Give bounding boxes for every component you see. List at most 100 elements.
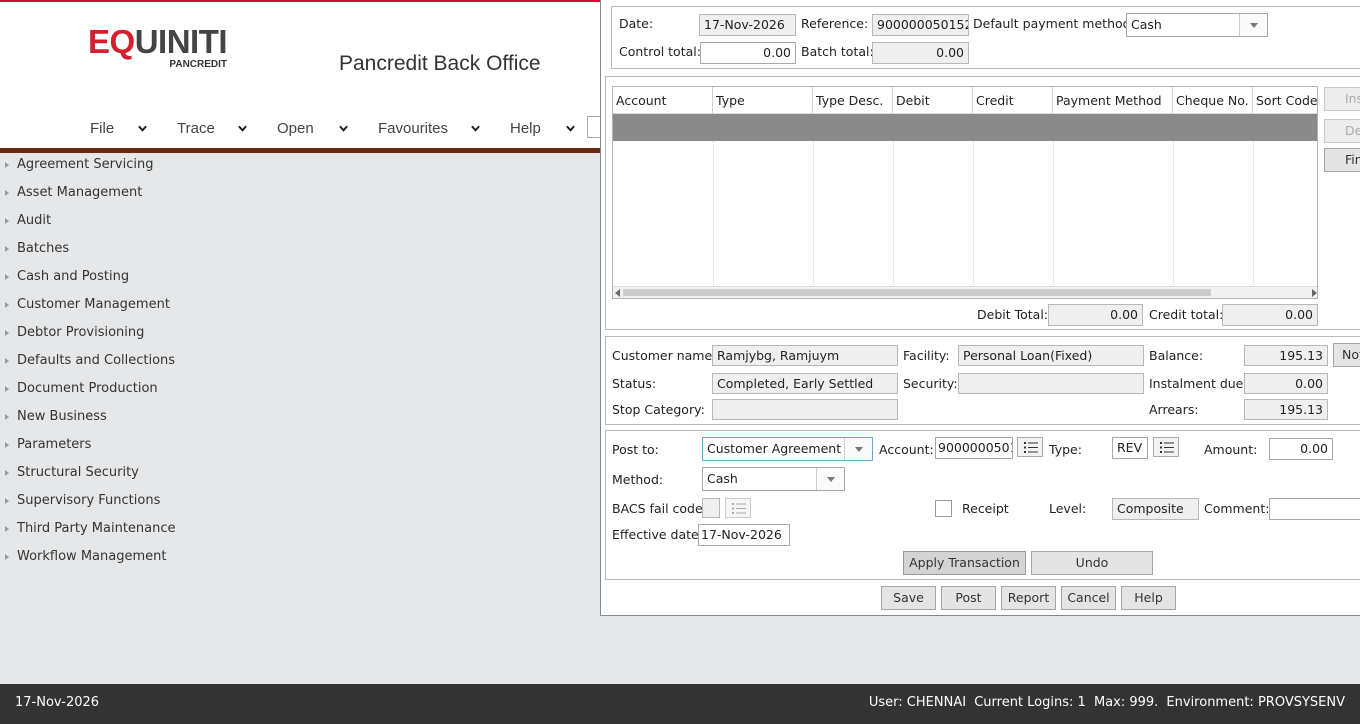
list-icon <box>732 503 746 514</box>
chevron-down-icon[interactable] <box>471 124 480 133</box>
batch-total-label: Batch total: <box>801 44 874 59</box>
dropdown-arrow-icon[interactable] <box>816 468 844 490</box>
column-header-type-desc[interactable]: Type Desc. <box>813 87 893 114</box>
selected-table-row[interactable] <box>613 114 1317 141</box>
effective-date-label: Effective date: <box>612 527 703 542</box>
reference-field: 900000050152 <box>872 14 969 36</box>
menu-file[interactable]: File <box>90 120 114 137</box>
save-button[interactable]: Save <box>881 586 936 610</box>
expand-arrow-icon <box>5 498 9 504</box>
expand-arrow-icon <box>5 554 9 560</box>
facility-label: Facility: <box>903 348 950 363</box>
chevron-down-icon[interactable] <box>238 124 247 133</box>
batch-header-group: Date: 17-Nov-2026 Reference: 90000005015… <box>611 6 1360 69</box>
balance-label: Balance: <box>1149 348 1204 363</box>
column-header-credit[interactable]: Credit <box>973 87 1053 114</box>
menu-favourites[interactable]: Favourites <box>378 120 448 137</box>
column-header-type[interactable]: Type <box>713 87 813 114</box>
nav-item-third-party-maintenance[interactable]: Third Party Maintenance <box>0 515 600 543</box>
nav-item-document-production[interactable]: Document Production <box>0 375 600 403</box>
method-label: Method: <box>612 472 664 487</box>
column-header-payment-method[interactable]: Payment Method <box>1053 87 1173 114</box>
transactions-grid[interactable]: Account Type Type Desc. Debit Credit Pay… <box>612 86 1318 299</box>
find-button[interactable]: Fin <box>1324 148 1360 172</box>
menu-open[interactable]: Open <box>277 120 314 137</box>
arrears-field: 195.13 <box>1244 399 1328 420</box>
type-lookup-button[interactable] <box>1153 437 1179 457</box>
instalment-due-label: Instalment due: <box>1149 376 1248 391</box>
default-payment-label: Default payment method: <box>973 16 1135 31</box>
expand-arrow-icon <box>5 190 9 196</box>
control-total-field[interactable]: 0.00 <box>700 42 796 64</box>
bacs-fail-code-field <box>702 498 720 518</box>
column-header-cheque-no[interactable]: Cheque No. <box>1173 87 1253 114</box>
scroll-right-icon[interactable] <box>1312 289 1317 297</box>
apply-transaction-button[interactable]: Apply Transaction <box>903 551 1026 575</box>
column-header-account[interactable]: Account <box>613 87 713 114</box>
help-button[interactable]: Help <box>1121 586 1176 610</box>
comment-field[interactable] <box>1269 498 1360 520</box>
column-divider <box>813 141 814 289</box>
nav-item-defaults-and-collections[interactable]: Defaults and Collections <box>0 347 600 375</box>
account-lookup-button[interactable] <box>1017 437 1043 457</box>
nav-item-cash-and-posting[interactable]: Cash and Posting <box>0 263 600 291</box>
report-button[interactable]: Report <box>1001 586 1056 610</box>
notes-button[interactable]: Not <box>1333 343 1360 367</box>
menu-help[interactable]: Help <box>510 120 541 137</box>
nav-item-batches[interactable]: Batches <box>0 235 600 263</box>
nav-item-workflow-management[interactable]: Workflow Management <box>0 543 600 571</box>
status-logins: Current Logins: 1 <box>974 695 1086 710</box>
dropdown-arrow-icon[interactable] <box>844 438 872 460</box>
type-field[interactable]: REV <box>1112 437 1148 459</box>
nav-item-new-business[interactable]: New Business <box>0 403 600 431</box>
customer-name-label: Customer name: <box>612 348 717 363</box>
dropdown-arrow-icon[interactable] <box>1239 14 1267 36</box>
logo-subtitle: PANCREDIT <box>169 59 228 70</box>
nav-item-agreement-servicing[interactable]: Agreement Servicing <box>0 151 600 179</box>
expand-arrow-icon <box>5 162 9 168</box>
chevron-down-icon[interactable] <box>566 124 575 133</box>
account-field[interactable]: 9000000501 <box>935 437 1013 459</box>
receipt-checkbox[interactable] <box>935 500 952 517</box>
control-total-label: Control total: <box>619 44 701 59</box>
horizontal-scrollbar[interactable] <box>613 286 1317 298</box>
effective-date-field[interactable]: 17-Nov-2026 <box>698 524 790 546</box>
nav-item-supervisory-functions[interactable]: Supervisory Functions <box>0 487 600 515</box>
nav-item-audit[interactable]: Audit <box>0 207 600 235</box>
delete-button[interactable]: Dele <box>1324 119 1360 143</box>
status-label: Status: <box>612 376 657 391</box>
column-header-debit[interactable]: Debit <box>893 87 973 114</box>
nav-item-customer-management[interactable]: Customer Management <box>0 291 600 319</box>
status-environment: Environment: PROVSYSENV <box>1166 695 1345 710</box>
app-title: Pancredit Back Office <box>339 52 541 75</box>
scroll-left-icon[interactable] <box>615 289 620 297</box>
nav-item-parameters[interactable]: Parameters <box>0 431 600 459</box>
expand-arrow-icon <box>5 414 9 420</box>
debit-total-label: Debit Total: <box>977 307 1049 322</box>
expand-arrow-icon <box>5 330 9 336</box>
list-icon <box>1024 442 1038 453</box>
default-payment-select[interactable]: Cash <box>1126 13 1268 37</box>
reference-label: Reference: <box>801 16 869 31</box>
insert-button[interactable]: Ins <box>1324 87 1360 111</box>
batch-date-field: 17-Nov-2026 <box>699 14 796 36</box>
bacs-lookup-button[interactable] <box>725 498 751 518</box>
credit-total-label: Credit total: <box>1149 307 1224 322</box>
method-select[interactable]: Cash <box>702 467 845 491</box>
menu-trace[interactable]: Trace <box>177 120 215 137</box>
menu-search-input[interactable] <box>587 116 600 138</box>
chevron-down-icon[interactable] <box>339 124 348 133</box>
nav-item-debtor-provisioning[interactable]: Debtor Provisioning <box>0 319 600 347</box>
amount-field[interactable]: 0.00 <box>1269 438 1333 460</box>
post-to-select[interactable]: Customer Agreement <box>702 437 873 461</box>
post-button[interactable]: Post <box>941 586 996 610</box>
nav-item-structural-security[interactable]: Structural Security <box>0 459 600 487</box>
chevron-down-icon[interactable] <box>138 124 147 133</box>
nav-item-asset-management[interactable]: Asset Management <box>0 179 600 207</box>
undo-button[interactable]: Undo <box>1031 551 1153 575</box>
column-header-sort-code[interactable]: Sort Code <box>1253 87 1317 114</box>
cancel-button[interactable]: Cancel <box>1061 586 1116 610</box>
scrollbar-thumb[interactable] <box>623 289 1211 296</box>
facility-field: Personal Loan(Fixed) <box>958 345 1144 366</box>
balance-field: 195.13 <box>1244 345 1328 366</box>
